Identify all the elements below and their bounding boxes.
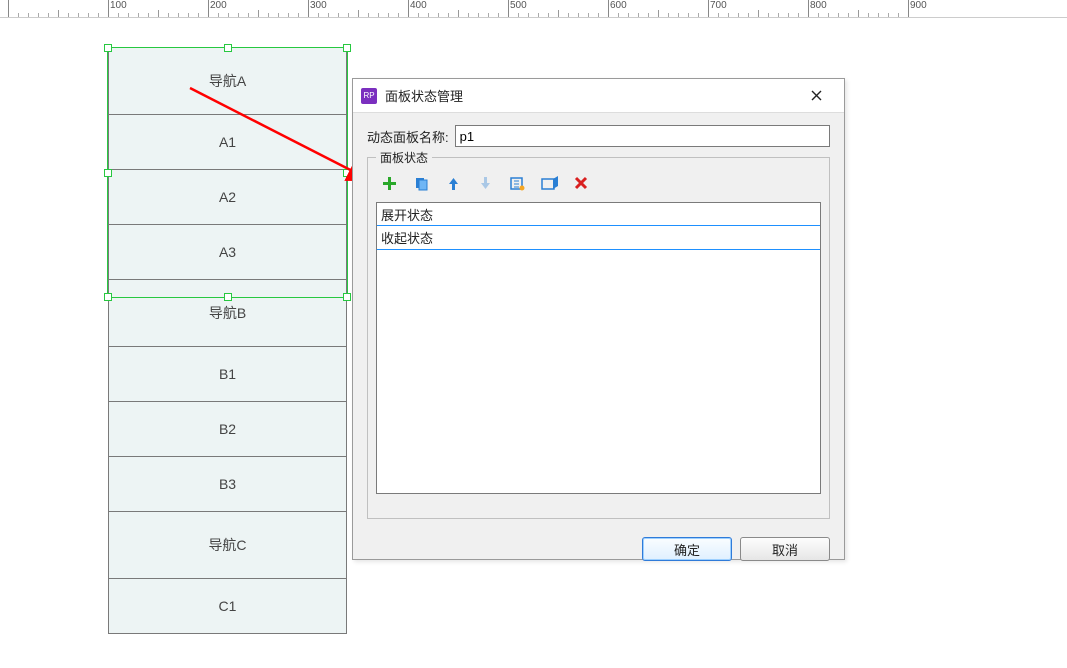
ruler-label: 600 <box>610 0 627 11</box>
nav-header-cell[interactable]: 导航C <box>108 511 347 579</box>
delete-icon <box>574 176 588 190</box>
ok-button[interactable]: 确定 <box>642 537 732 561</box>
ruler-label: 700 <box>710 0 727 11</box>
nav-item-cell[interactable]: C1 <box>108 578 347 634</box>
cancel-button[interactable]: 取消 <box>740 537 830 561</box>
add-icon <box>382 176 397 191</box>
nav-item-cell[interactable]: A3 <box>108 224 347 280</box>
panel-name-input[interactable] <box>455 125 830 147</box>
ruler-label: 900 <box>910 0 927 11</box>
state-list[interactable]: 展开状态收起状态 <box>376 202 821 494</box>
nav-header-cell[interactable]: 导航A <box>108 47 347 115</box>
edit-states-button[interactable] <box>508 174 526 192</box>
duplicate-state-button[interactable] <box>412 174 430 192</box>
move-down-button <box>476 174 494 192</box>
open-icon <box>541 176 558 191</box>
close-button[interactable] <box>796 82 836 110</box>
ruler-label: 400 <box>410 0 427 11</box>
states-group: 面板状态 <box>367 157 830 519</box>
close-icon <box>811 90 822 101</box>
states-toolbar <box>376 168 821 202</box>
group-legend: 面板状态 <box>376 149 432 166</box>
arrow-down-icon <box>478 176 493 191</box>
name-label: 动态面板名称: <box>367 127 449 146</box>
arrow-up-icon <box>446 176 461 191</box>
add-state-button[interactable] <box>380 174 398 192</box>
ruler-label: 500 <box>510 0 527 11</box>
delete-state-button[interactable] <box>572 174 590 192</box>
state-item-editing[interactable]: 收起状态 <box>376 225 821 250</box>
nav-item-cell[interactable]: A1 <box>108 114 347 170</box>
ruler-label: 100 <box>110 0 127 11</box>
dynamic-panel-stack[interactable]: 导航AA1A2A3导航BB1B2B3导航CC1 <box>108 48 347 634</box>
nav-item-cell[interactable]: B1 <box>108 346 347 402</box>
state-item[interactable]: 展开状态 <box>377 203 820 226</box>
ruler-label: 800 <box>810 0 827 11</box>
horizontal-ruler: 100 200 300 400 500 600 700 800 900 <box>0 0 1067 18</box>
ruler-label: 200 <box>210 0 227 11</box>
open-state-button[interactable] <box>540 174 558 192</box>
nav-item-cell[interactable]: B2 <box>108 401 347 457</box>
nav-item-cell[interactable]: B3 <box>108 456 347 512</box>
panel-state-manager-dialog: RP 面板状态管理 动态面板名称: 面板状态 <box>352 78 845 560</box>
dialog-title: 面板状态管理 <box>385 86 796 105</box>
nav-item-cell[interactable]: A2 <box>108 169 347 225</box>
app-icon: RP <box>361 88 377 104</box>
canvas-area[interactable]: 导航AA1A2A3导航BB1B2B3导航CC1 RP 面板状态管理 <box>0 18 1067 650</box>
nav-header-cell[interactable]: 导航B <box>108 279 347 347</box>
move-up-button[interactable] <box>444 174 462 192</box>
duplicate-icon <box>414 176 429 191</box>
ruler-label: 300 <box>310 0 327 11</box>
edit-states-icon <box>510 176 525 191</box>
dialog-titlebar[interactable]: RP 面板状态管理 <box>353 79 844 113</box>
